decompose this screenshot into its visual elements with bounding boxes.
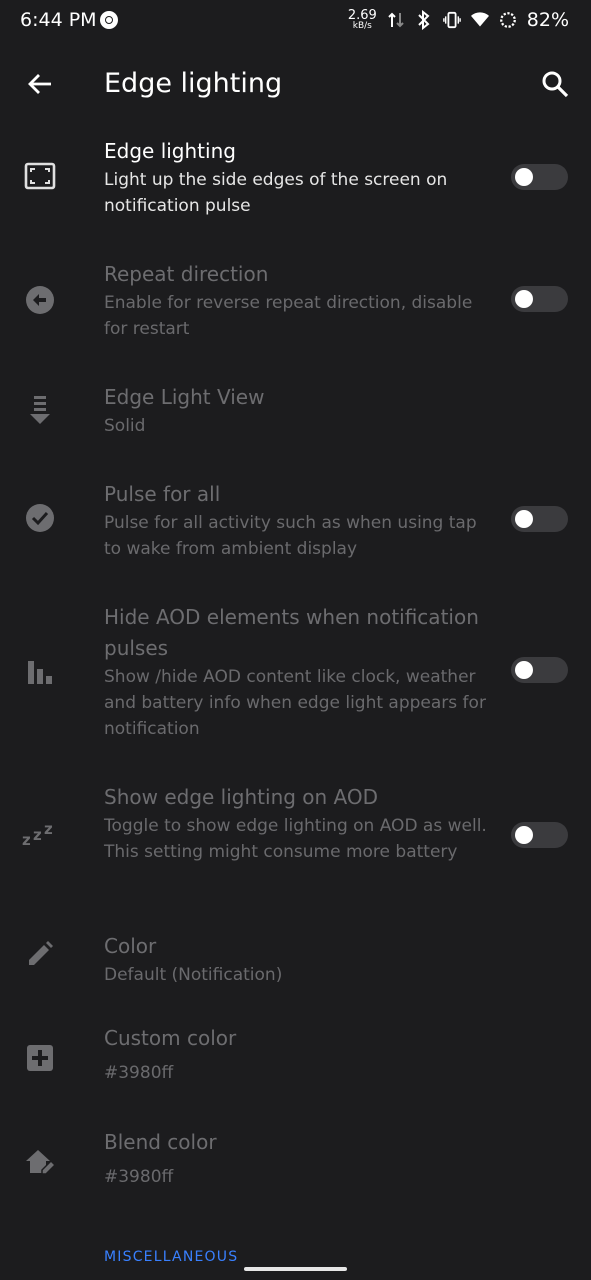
setting-title: Hide AOD elements when notification puls…: [104, 605, 479, 660]
svg-text:z: z: [22, 831, 31, 847]
setting-pulse-for-all[interactable]: Pulse for all Pulse for all activity suc…: [0, 468, 591, 576]
page-title: Edge lighting: [104, 68, 283, 99]
setting-text: Edge Light View Solid: [104, 382, 494, 439]
network-speed: 2.69 kB/s: [348, 9, 377, 31]
svg-text:z: z: [33, 826, 42, 844]
arrow-left-circle-icon: [22, 282, 58, 318]
battery-saver-icon: [499, 10, 517, 30]
plus-box-icon: [22, 1040, 58, 1076]
app-bar: Edge lighting: [0, 44, 591, 124]
battery-percent: 82%: [526, 9, 569, 31]
setting-text: Blend color #3980ff: [104, 1127, 494, 1190]
home-edit-icon: [22, 1144, 58, 1180]
setting-text: Show edge lighting on AOD Toggle to show…: [104, 782, 494, 865]
toggle-knob: [515, 290, 533, 308]
setting-title: Edge Light View: [104, 385, 265, 409]
show-edge-aod-toggle[interactable]: [511, 822, 568, 848]
setting-subtitle: #3980ff: [104, 1167, 174, 1187]
setting-text: Pulse for all Pulse for all activity suc…: [104, 479, 494, 562]
pulse-for-all-toggle[interactable]: [511, 506, 568, 532]
toggle-knob: [515, 661, 533, 679]
setting-title: Edge lighting: [104, 139, 236, 163]
setting-subtitle: Toggle to show edge lighting on AOD as w…: [104, 816, 487, 862]
setting-text: Hide AOD elements when notification puls…: [104, 602, 494, 742]
arrow-back-icon[interactable]: [26, 70, 54, 98]
setting-title: Repeat direction: [104, 262, 269, 286]
toggle-knob: [515, 510, 533, 528]
setting-title: Custom color: [104, 1026, 237, 1050]
gesture-navigation-bar[interactable]: [244, 1267, 347, 1271]
setting-text: Custom color #3980ff: [104, 1023, 494, 1086]
status-time: 6:44 PM: [20, 9, 97, 31]
status-bar: 6:44 PM 2.69 kB/s 82%: [0, 0, 591, 44]
repeat-direction-toggle[interactable]: [511, 286, 568, 312]
arrow-down-lines-icon: [22, 392, 58, 428]
status-icons: 2.69 kB/s 82%: [348, 9, 569, 31]
bluetooth-icon: [415, 10, 433, 30]
vibrate-icon: [442, 10, 461, 30]
setting-text: Color Default (Notification): [104, 931, 494, 988]
setting-text: Repeat direction Enable for reverse repe…: [104, 259, 494, 342]
section-header-miscellaneous: MISCELLANEOUS: [104, 1249, 239, 1265]
setting-custom-color[interactable]: Custom color #3980ff: [0, 1020, 591, 1110]
toggle-knob: [515, 826, 533, 844]
setting-subtitle: Default (Notification): [104, 965, 283, 985]
setting-title: Show edge lighting on AOD: [104, 785, 379, 809]
setting-subtitle: Light up the side edges of the screen on…: [104, 170, 448, 216]
setting-title: Color: [104, 934, 157, 958]
setting-subtitle: Solid: [104, 416, 146, 436]
setting-subtitle: Pulse for all activity such as when usin…: [104, 513, 477, 559]
setting-title: Blend color: [104, 1130, 217, 1154]
svg-text:z: z: [44, 821, 53, 838]
setting-show-edge-lighting-aod[interactable]: zzz Show edge lighting on AOD Toggle to …: [0, 770, 591, 900]
setting-edge-lighting[interactable]: Edge lighting Light up the side edges of…: [0, 124, 591, 232]
setting-title: Pulse for all: [104, 482, 221, 506]
data-arrows-icon: [387, 10, 405, 30]
screen-record-icon: [100, 11, 118, 29]
check-circle-icon: [22, 500, 58, 536]
setting-subtitle: Show /hide AOD content like clock, weath…: [104, 667, 486, 739]
fullscreen-icon: [22, 158, 58, 194]
setting-edge-light-view[interactable]: Edge Light View Solid: [0, 372, 591, 452]
pencil-icon: [22, 936, 58, 972]
setting-blend-color[interactable]: Blend color #3980ff: [0, 1124, 591, 1214]
setting-subtitle: Enable for reverse repeat direction, dis…: [104, 293, 473, 339]
setting-color[interactable]: Color Default (Notification): [0, 920, 591, 1000]
setting-text: Edge lighting Light up the side edges of…: [104, 136, 494, 219]
bar-chart-icon: [22, 652, 58, 688]
setting-subtitle: #3980ff: [104, 1063, 174, 1083]
setting-repeat-direction[interactable]: Repeat direction Enable for reverse repe…: [0, 248, 591, 356]
toggle-knob: [515, 168, 533, 186]
sleep-zzz-icon: zzz: [22, 816, 58, 852]
edge-lighting-toggle[interactable]: [511, 164, 568, 190]
wifi-icon: [470, 10, 489, 30]
search-icon[interactable]: [541, 70, 569, 98]
setting-hide-aod-elements[interactable]: Hide AOD elements when notification puls…: [0, 590, 591, 750]
hide-aod-toggle[interactable]: [511, 657, 568, 683]
network-speed-unit: kB/s: [352, 21, 372, 31]
